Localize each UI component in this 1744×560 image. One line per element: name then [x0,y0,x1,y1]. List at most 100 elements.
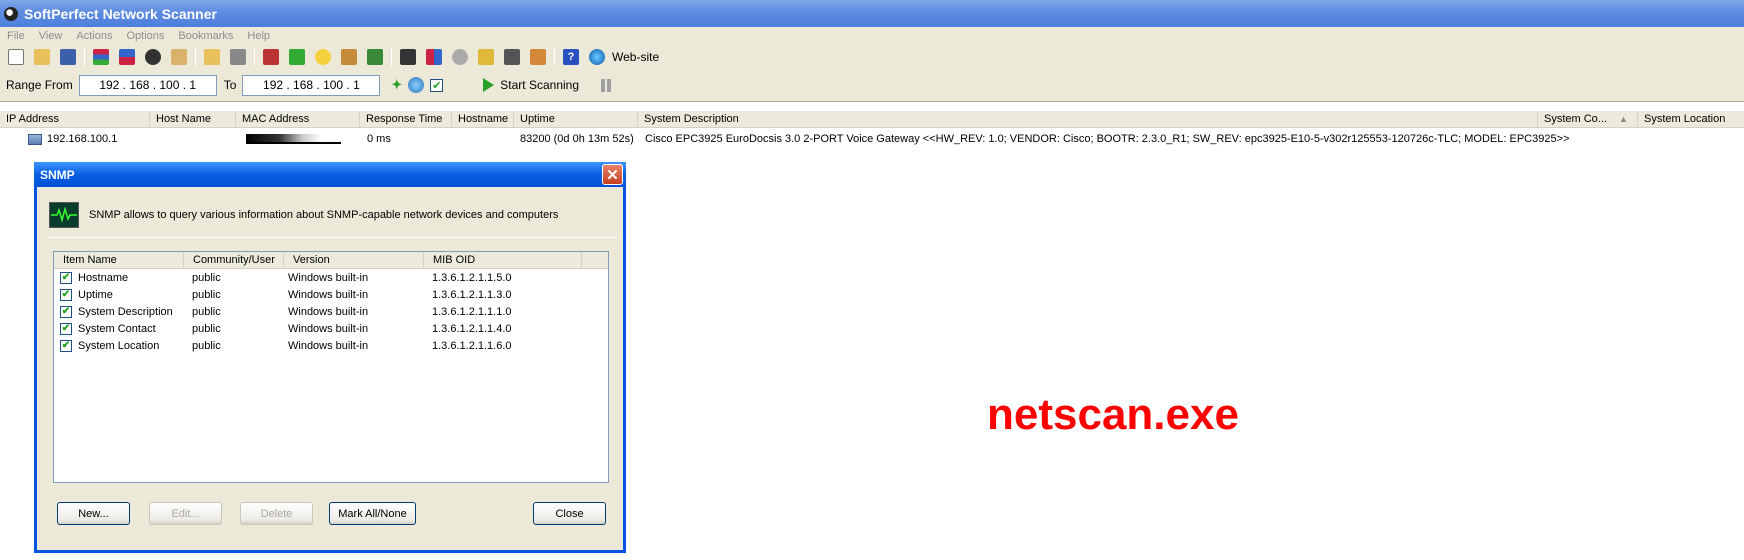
col-version[interactable]: Version [284,252,424,268]
dialog-title: SNMP [40,167,75,182]
snmp-list-header: Item Name Community/User Version MIB OID [54,252,608,269]
item-version: Windows built-in [288,288,369,301]
close-icon[interactable]: ✕ [602,164,623,185]
menu-help[interactable]: Help [240,30,277,42]
shapes-icon[interactable] [426,49,442,65]
item-oid: 1.3.6.1.2.1.1.4.0 [432,322,512,335]
list-item[interactable]: ✔ System Location public Windows built-in… [54,337,608,354]
item-community: public [192,271,221,284]
item-version: Windows built-in [288,322,369,335]
col-host-name[interactable]: Host Name [150,111,236,127]
save-icon[interactable] [60,49,76,65]
menu-bookmarks[interactable]: Bookmarks [171,30,240,42]
col-item-name[interactable]: Item Name [54,252,184,268]
list-item[interactable]: ✔ System Contact public Windows built-in … [54,320,608,337]
menu-view[interactable]: View [32,30,70,42]
range-from-label: Range From [6,78,73,92]
item-version: Windows built-in [288,271,369,284]
monitor-icon[interactable] [478,49,494,65]
item-checkbox[interactable]: ✔ [60,305,72,318]
item-name: Uptime [78,288,113,301]
col-mac-address[interactable]: MAC Address [236,111,360,127]
range-from-input[interactable]: 192 . 168 . 100 . 1 [78,74,217,96]
item-name: System Description [78,305,173,318]
menu-file[interactable]: File [0,30,32,42]
menu-actions[interactable]: Actions [69,30,119,42]
dialog-title-bar: SNMP ✕ [34,162,626,187]
watermark-label: netscan.exe [987,390,1239,439]
col-hostname[interactable]: Hostname [452,111,514,127]
screen-icon[interactable] [504,49,520,65]
bulb-icon[interactable] [315,49,331,65]
filter-icon[interactable] [230,49,246,65]
refresh-icon[interactable] [408,77,425,93]
new-button[interactable]: New... [57,502,130,525]
row-uptime: 83200 (0d 0h 13m 52s) [520,133,634,145]
item-checkbox[interactable]: ✔ [60,288,72,301]
item-version: Windows built-in [288,305,369,318]
item-checkbox[interactable]: ✔ [60,271,72,284]
item-checkbox[interactable]: ✔ [60,339,72,352]
col-response-time[interactable]: Response Time [360,111,452,127]
open-folder-icon[interactable] [34,49,50,65]
item-name: System Location [78,339,160,352]
network-list-icon[interactable] [93,49,109,65]
add-range-icon[interactable]: ✦ [391,77,402,93]
col-ip-address[interactable]: IP Address [0,111,150,127]
toolbar-separator [554,48,555,66]
computer-list-icon[interactable] [119,49,135,65]
col-uptime[interactable]: Uptime [514,111,638,127]
folder-icon[interactable] [204,49,220,65]
find-icon[interactable] [145,49,161,65]
row-system-description: Cisco EPC3925 EuroDocsis 3.0 2-PORT Voic… [645,133,1570,145]
col-system-contact[interactable]: System Co... ▲ [1538,111,1638,127]
row-response-time: 0 ms [367,133,391,145]
item-name: Hostname [78,271,129,284]
list-item[interactable]: ✔ Uptime public Windows built-in 1.3.6.1.… [54,286,608,303]
help-icon[interactable]: ? [563,49,579,65]
globe-icon[interactable] [589,49,605,65]
users-icon[interactable] [530,49,546,65]
list-item[interactable]: ✔ System Description public Windows built… [54,303,608,320]
range-to-input[interactable]: 192 . 168 . 100 . 1 [242,74,381,96]
item-community: public [192,305,221,318]
col-system-contact-label: System Co... [1544,113,1607,125]
network-card-icon[interactable] [367,49,383,65]
delete-button[interactable]: Delete [240,502,313,525]
new-file-icon[interactable] [8,49,24,65]
list-item[interactable]: ✔ Hostname public Windows built-in 1.3.6.… [54,269,608,286]
gear-icon[interactable] [452,49,468,65]
pause-icon[interactable] [601,78,612,92]
col-system-location[interactable]: System Location [1638,111,1744,127]
menu-options[interactable]: Options [119,30,171,42]
table-row[interactable]: 192.168.100.1 0 ms 83200 (0d 0h 13m 52s)… [0,131,1744,147]
mac-address-redacted [246,134,341,144]
item-oid: 1.3.6.1.2.1.1.3.0 [432,288,512,301]
terminal-icon[interactable] [400,49,416,65]
col-mib-oid[interactable]: MIB OID [424,252,582,268]
range-checkbox[interactable]: ✔ [430,78,444,92]
dialog-info-text: SNMP allows to query various information… [89,209,559,221]
resources-icon[interactable] [289,49,305,65]
tools-icon[interactable] [263,49,279,65]
menu-bar: File View Actions Options Bookmarks Help [0,27,1744,45]
clipboard-icon[interactable] [171,49,187,65]
edit-button[interactable]: Edit... [149,502,222,525]
title-bar: SoftPerfect Network Scanner [0,0,1744,27]
start-scanning-button[interactable]: Start Scanning [483,78,579,92]
dialog-info: SNMP allows to query various information… [49,201,609,229]
item-name: System Contact [78,322,156,335]
play-icon [483,78,495,92]
col-community-user[interactable]: Community/User [184,252,284,268]
pulse-monitor-icon [49,202,79,228]
website-link[interactable]: Web-site [612,50,659,64]
item-community: public [192,288,221,301]
item-community: public [192,322,221,335]
close-button[interactable]: Close [533,502,606,525]
user-icon[interactable] [341,49,357,65]
sort-arrow-icon: ▲ [1618,114,1628,124]
item-checkbox[interactable]: ✔ [60,322,72,335]
snmp-dialog: SNMP ✕ SNMP allows to query various info… [34,162,626,553]
col-system-description[interactable]: System Description [638,111,1538,127]
mark-all-none-button[interactable]: Mark All/None [329,502,416,525]
